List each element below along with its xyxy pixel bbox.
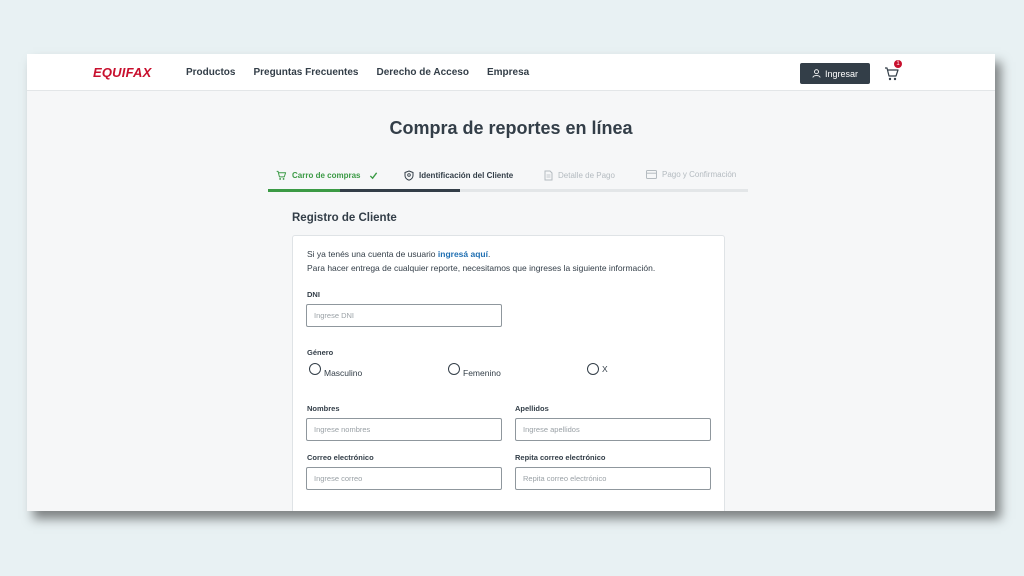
cart-count-badge: 1	[894, 60, 902, 68]
step-detalle-de-pago: Detalle de Pago	[544, 170, 615, 181]
email-label: Correo electrónico	[307, 453, 374, 462]
checkout-stepper: Carro de compras Identificación del Clie…	[268, 167, 748, 192]
gender-label: Género	[307, 348, 334, 357]
main-nav: Productos Preguntas Frecuentes Derecho d…	[186, 67, 529, 78]
gender-radio-x[interactable]: X	[587, 363, 608, 375]
email-input[interactable]	[306, 467, 502, 490]
document-icon	[544, 170, 553, 181]
login-label: Ingresar	[824, 68, 859, 79]
intro-text: Si ya tenés una cuenta de usuario ingres…	[307, 247, 655, 275]
nav-derecho-de-acceso[interactable]: Derecho de Acceso	[377, 67, 469, 78]
cart-icon[interactable]	[884, 66, 900, 82]
progress-completed	[268, 189, 340, 192]
radio-label: Femenino	[463, 368, 501, 378]
step-label: Carro de compras	[292, 171, 361, 180]
step-label: Pago y Confirmación	[662, 170, 737, 179]
radio-circle[interactable]	[587, 363, 599, 375]
credit-card-icon	[646, 170, 657, 179]
login-here-link[interactable]: ingresá aquí	[438, 249, 488, 259]
step-carro-de-compras[interactable]: Carro de compras	[276, 170, 378, 181]
registration-form: Si ya tenés una cuenta de usuario ingres…	[292, 235, 725, 511]
surnames-label: Apellidos	[515, 404, 549, 413]
login-button[interactable]: Ingresar	[800, 63, 870, 84]
step-identificacion-del-cliente[interactable]: Identificación del Cliente	[404, 170, 513, 181]
dni-input[interactable]	[306, 304, 502, 327]
user-icon	[812, 69, 821, 78]
surnames-input[interactable]	[515, 418, 711, 441]
dni-label: DNI	[307, 290, 320, 299]
names-input[interactable]	[306, 418, 502, 441]
nav-productos[interactable]: Productos	[186, 67, 235, 78]
radio-label: Masculino	[324, 368, 363, 378]
progress-current	[340, 189, 460, 192]
email-repeat-input[interactable]	[515, 467, 711, 490]
names-label: Nombres	[307, 404, 340, 413]
intro-prefix: Si ya tenés una cuenta de usuario	[307, 249, 438, 259]
nav-preguntas-frecuentes[interactable]: Preguntas Frecuentes	[253, 67, 358, 78]
intro-line-2: Para hacer entrega de cualquier reporte,…	[307, 263, 656, 273]
radio-circle[interactable]	[448, 363, 460, 375]
cart-icon	[276, 170, 287, 180]
nav-empresa[interactable]: Empresa	[487, 67, 529, 78]
step-label: Detalle de Pago	[558, 171, 615, 180]
step-label: Identificación del Cliente	[419, 171, 514, 180]
gender-radio-femenino[interactable]: Femenino	[448, 363, 501, 378]
radio-circle[interactable]	[309, 363, 321, 375]
step-pago-y-confirmacion: Pago y Confirmación	[646, 170, 736, 179]
intro-suffix: .	[487, 249, 491, 259]
radio-label: X	[602, 364, 608, 374]
site-header: EQUIFAX Productos Preguntas Frecuentes D…	[27, 54, 995, 91]
browser-window: EQUIFAX Productos Preguntas Frecuentes D…	[27, 54, 995, 511]
page-title: Compra de reportes en línea	[389, 118, 633, 138]
section-title: Registro de Cliente	[292, 212, 397, 224]
check-icon	[370, 172, 378, 180]
email-repeat-label: Repita correo electrónico	[515, 453, 606, 462]
gender-radio-masculino[interactable]: Masculino	[309, 363, 362, 378]
shield-icon	[404, 170, 414, 181]
equifax-logo[interactable]: EQUIFAX	[93, 65, 151, 80]
